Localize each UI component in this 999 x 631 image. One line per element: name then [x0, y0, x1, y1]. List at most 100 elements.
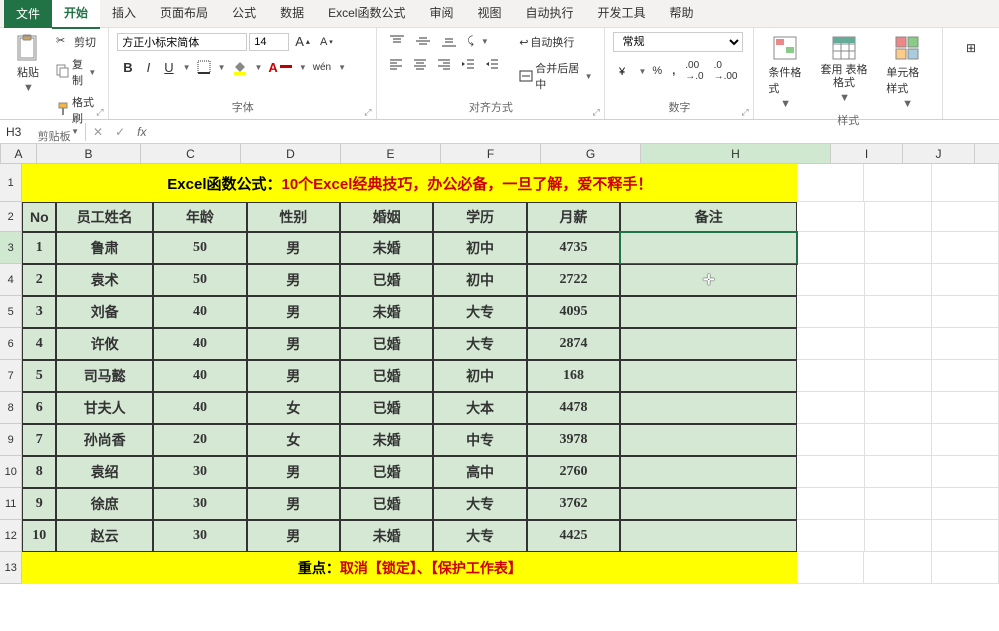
data-cell[interactable]: 司马懿 [56, 360, 153, 392]
data-cell[interactable]: 男 [247, 360, 340, 392]
increase-indent-button[interactable] [481, 56, 503, 72]
font-color-button[interactable]: A [264, 58, 295, 77]
data-cell[interactable]: 50 [153, 264, 246, 296]
cell[interactable] [932, 328, 999, 360]
data-cell[interactable] [620, 328, 797, 360]
data-cell[interactable]: 女 [247, 392, 340, 424]
data-cell[interactable]: 50 [153, 232, 246, 264]
row-header-2[interactable]: 2 [0, 202, 22, 232]
cell[interactable] [932, 164, 999, 202]
cell[interactable] [797, 296, 864, 328]
dialog-launcher-icon[interactable]: ⤢ [741, 107, 751, 117]
currency-button[interactable]: ¥ [613, 62, 635, 80]
tab-0[interactable]: 开始 [52, 0, 100, 29]
cell[interactable] [797, 456, 864, 488]
data-cell[interactable]: 40 [153, 392, 246, 424]
data-cell[interactable]: 未婚 [340, 520, 433, 552]
data-cell[interactable]: 30 [153, 456, 246, 488]
data-cell[interactable] [620, 296, 797, 328]
data-cell[interactable]: 20 [153, 424, 246, 456]
cell[interactable] [864, 552, 931, 584]
col-header-C[interactable]: C [141, 144, 241, 164]
tab-2[interactable]: 页面布局 [148, 0, 220, 29]
cell[interactable] [865, 520, 932, 552]
align-top-button[interactable] [385, 32, 409, 50]
data-cell[interactable]: 10 [22, 520, 56, 552]
cell[interactable] [797, 552, 864, 584]
orientation-button[interactable]: ⤹ [463, 33, 478, 50]
increase-decimal-button[interactable]: .00→.0 [681, 58, 707, 84]
cut-button[interactable]: ✂ 剪切 [52, 32, 100, 52]
data-cell[interactable]: 4425 [527, 520, 620, 552]
tab-5[interactable]: Excel函数公式 [316, 0, 417, 29]
data-cell[interactable]: 甘夫人 [56, 392, 153, 424]
data-cell[interactable]: 30 [153, 488, 246, 520]
cell[interactable] [865, 232, 932, 264]
row-header-8[interactable]: 8 [0, 392, 22, 424]
col-header-A[interactable]: A [1, 144, 37, 164]
tab-9[interactable]: 开发工具 [586, 0, 658, 29]
bold-button[interactable]: B [117, 58, 138, 77]
data-cell[interactable]: 已婚 [340, 360, 433, 392]
col-header-H[interactable]: H [641, 144, 831, 164]
cell[interactable] [932, 456, 999, 488]
data-cell[interactable]: 4478 [527, 392, 620, 424]
header-cell[interactable]: 年龄 [153, 202, 246, 232]
title-cell[interactable]: Excel函数公式：10个Excel经典技巧，办公必备，一旦了解，爱不释手！ [22, 164, 797, 202]
col-header-I[interactable]: I [831, 144, 903, 164]
data-cell[interactable]: ✛ [620, 264, 797, 296]
data-cell[interactable] [620, 488, 797, 520]
dialog-launcher-icon[interactable]: ⤢ [364, 107, 374, 117]
cell[interactable] [932, 488, 999, 520]
row-header-10[interactable]: 10 [0, 456, 22, 488]
header-cell[interactable]: 婚姻 [340, 202, 433, 232]
data-cell[interactable]: 2722 [527, 264, 620, 296]
data-cell[interactable]: 7 [22, 424, 56, 456]
cell[interactable] [932, 360, 999, 392]
merge-center-button[interactable]: 合并后居中▼ [515, 58, 596, 94]
col-header-F[interactable]: F [441, 144, 541, 164]
decrease-decimal-button[interactable]: .0→.00 [710, 58, 742, 84]
underline-button[interactable]: U [158, 58, 179, 77]
row-header-4[interactable]: 4 [0, 264, 22, 296]
header-cell[interactable]: 月薪 [527, 202, 620, 232]
data-cell[interactable]: 2760 [527, 456, 620, 488]
data-cell[interactable]: 4735 [527, 232, 620, 264]
comma-button[interactable]: , [668, 63, 679, 79]
data-cell[interactable]: 2874 [527, 328, 620, 360]
cell-styles-button[interactable]: 单元格样式▼ [880, 32, 934, 112]
data-cell[interactable]: 已婚 [340, 488, 433, 520]
font-size-select[interactable] [249, 33, 289, 51]
data-cell[interactable]: 大专 [433, 328, 526, 360]
data-cell[interactable]: 高中 [433, 456, 526, 488]
tab-10[interactable]: 帮助 [658, 0, 706, 29]
data-cell[interactable]: 3 [22, 296, 56, 328]
cell[interactable] [932, 296, 999, 328]
data-cell[interactable]: 中专 [433, 424, 526, 456]
cell[interactable] [797, 328, 864, 360]
align-middle-button[interactable] [411, 32, 435, 50]
italic-button[interactable]: I [141, 58, 157, 77]
data-cell[interactable] [620, 424, 797, 456]
conditional-format-button[interactable]: 条件格式▼ [762, 32, 807, 112]
cell[interactable] [932, 264, 999, 296]
format-painter-button[interactable]: 格式刷 [52, 92, 100, 128]
copy-button[interactable]: 复制▼ [52, 54, 100, 90]
data-cell[interactable]: 刘备 [56, 296, 153, 328]
select-all-corner[interactable] [0, 144, 1, 164]
data-cell[interactable]: 大本 [433, 392, 526, 424]
data-cell[interactable] [620, 456, 797, 488]
data-cell[interactable]: 男 [247, 328, 340, 360]
cell[interactable] [932, 424, 999, 456]
col-header-G[interactable]: G [541, 144, 641, 164]
paste-button[interactable]: 粘贴 ▼ [8, 32, 48, 96]
col-header-J[interactable]: J [903, 144, 975, 164]
col-header-K[interactable]: K [975, 144, 999, 164]
row-header-13[interactable]: 13 [0, 552, 22, 584]
row-header-12[interactable]: 12 [0, 520, 22, 552]
data-cell[interactable]: 男 [247, 264, 340, 296]
data-cell[interactable]: 徐庶 [56, 488, 153, 520]
phonetic-button[interactable]: wén [309, 60, 335, 75]
tab-7[interactable]: 视图 [465, 0, 513, 29]
data-cell[interactable]: 已婚 [340, 456, 433, 488]
